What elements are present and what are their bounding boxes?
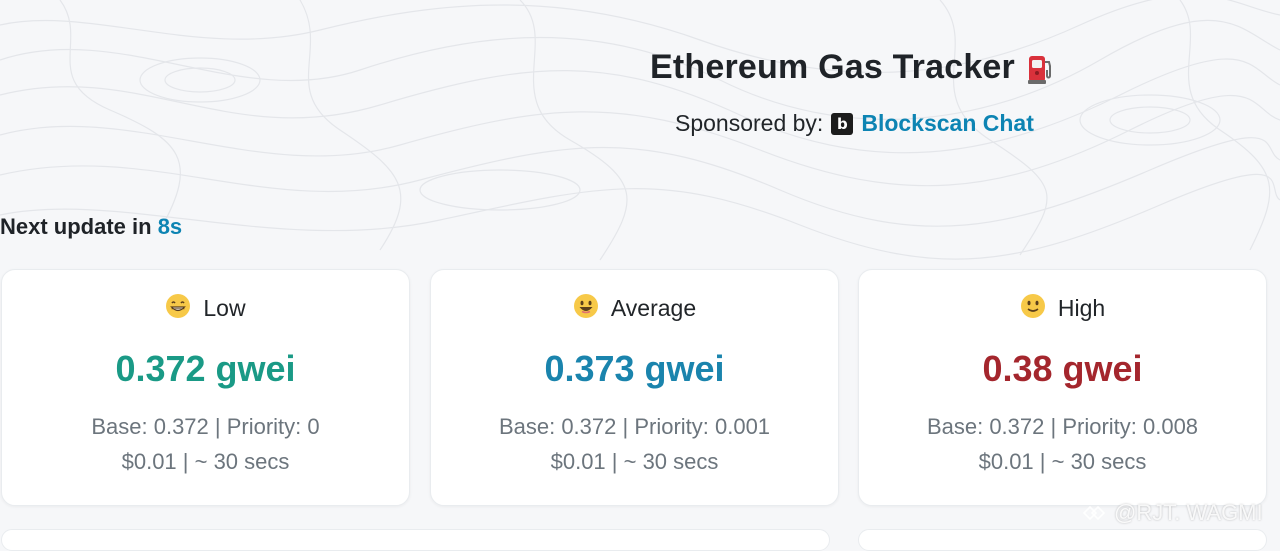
- next-card-edge: [1, 529, 830, 551]
- watermark-logo-icon: [1082, 505, 1106, 521]
- blockscan-chat-link[interactable]: Blockscan Chat: [861, 110, 1034, 137]
- card-label-low: Low: [203, 295, 246, 321]
- page-title: Ethereum Gas Tracker: [650, 48, 1015, 86]
- grinning-face-icon: [166, 293, 191, 318]
- card-label-average: Average: [610, 295, 697, 321]
- next-update-indicator: Next update in 8s: [0, 214, 182, 240]
- blockscan-logo-icon: b: [831, 112, 854, 135]
- gas-card-high: High 0.38 gwei Base: 0.372 | Priority: 0…: [858, 269, 1267, 506]
- card-header: Average: [431, 293, 838, 322]
- base-priority-low: Base: 0.372 | Priority: 0: [91, 414, 320, 439]
- slightly-smiling-face-icon: [1020, 293, 1045, 318]
- gas-card-average: Average 0.373 gwei Base: 0.372 | Priorit…: [430, 269, 839, 506]
- watermark: @RJT. WAGMI: [1082, 500, 1263, 526]
- cost-time-average: $0.01 | ~ 30 secs: [550, 449, 719, 474]
- card-header: High: [859, 293, 1266, 322]
- cost-time-high: $0.01 | ~ 30 secs: [978, 449, 1147, 474]
- card-header: Low: [2, 293, 409, 322]
- gwei-value-average: 0.373 gwei: [544, 348, 725, 389]
- gas-card-low: Low 0.372 gwei Base: 0.372 | Priority: 0…: [1, 269, 410, 506]
- title-row: Ethereum Gas Tracker: [650, 48, 1053, 87]
- cost-time-low: $0.01 | ~ 30 secs: [121, 449, 290, 474]
- next-card-edge: [858, 529, 1267, 551]
- next-update-seconds: 8s: [157, 214, 183, 239]
- gwei-value-high: 0.38 gwei: [982, 348, 1143, 389]
- fuel-pump-icon: [1027, 55, 1051, 84]
- watermark-text: @RJT. WAGMI: [1114, 500, 1263, 525]
- base-priority-average: Base: 0.372 | Priority: 0.001: [498, 414, 771, 439]
- gwei-value-low: 0.372 gwei: [115, 348, 296, 389]
- sponsor-row: Sponsored by: b Blockscan Chat: [675, 110, 1034, 137]
- card-label-high: High: [1057, 295, 1106, 321]
- base-priority-high: Base: 0.372 | Priority: 0.008: [926, 414, 1199, 439]
- next-update-label: Next update in: [0, 214, 158, 239]
- sponsor-label: Sponsored by:: [675, 110, 824, 136]
- smiling-face-icon: [573, 293, 598, 318]
